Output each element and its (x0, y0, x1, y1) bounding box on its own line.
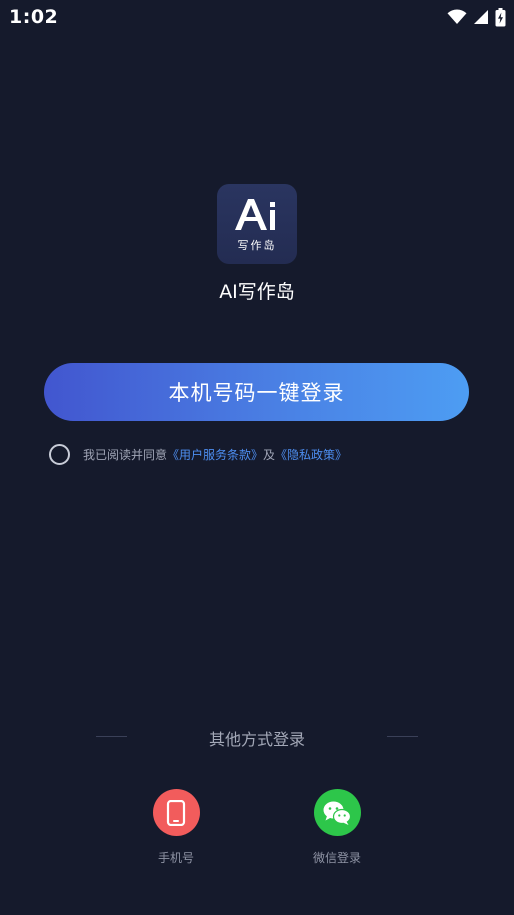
agreement-text: 我已阅读并同意《用户服务条款》及《隐私政策》 (83, 446, 347, 463)
signal-icon (473, 9, 489, 25)
terms-of-service-link[interactable]: 《用户服务条款》 (167, 448, 263, 462)
other-methods-title: 其他方式登录 (208, 730, 305, 749)
battery-charging-icon (495, 7, 506, 27)
phone-icon (166, 799, 186, 826)
logo-subtitle: 写作岛 (237, 239, 277, 252)
one-click-login-button[interactable]: 本机号码一键登录 (44, 363, 469, 421)
wechat-login-label: 微信登录 (312, 851, 361, 865)
agreement-prefix: 我已阅读并同意 (83, 447, 168, 462)
status-icons (447, 7, 506, 27)
agreement-row: 我已阅读并同意《用户服务条款》及《隐私政策》 (49, 441, 347, 467)
status-bar: 1:02 (0, 0, 514, 34)
privacy-policy-link[interactable]: 《隐私政策》 (275, 448, 347, 462)
agreement-checkbox[interactable] (49, 443, 70, 465)
wifi-icon (447, 9, 467, 25)
status-time: 1:02 (9, 6, 59, 28)
wechat-icon (323, 801, 352, 825)
ai-logo-mark-icon (235, 199, 275, 230)
agreement-conjunction: 及 (263, 447, 276, 462)
phone-login-label: 手机号 (157, 851, 194, 865)
app-logo: 写作岛 (217, 184, 297, 264)
wechat-login-option[interactable]: 微信登录 (297, 789, 377, 866)
app-name: AI写作岛 (219, 281, 295, 303)
login-screen: 1:02 写作岛 AI写作岛 本机号码一键登录 我已阅读并同意《用户服务条款》及… (0, 0, 514, 915)
right-divider (387, 736, 418, 737)
phone-login-button[interactable] (152, 789, 200, 836)
phone-login-option[interactable]: 手机号 (136, 789, 216, 866)
wechat-login-button[interactable] (313, 789, 361, 836)
